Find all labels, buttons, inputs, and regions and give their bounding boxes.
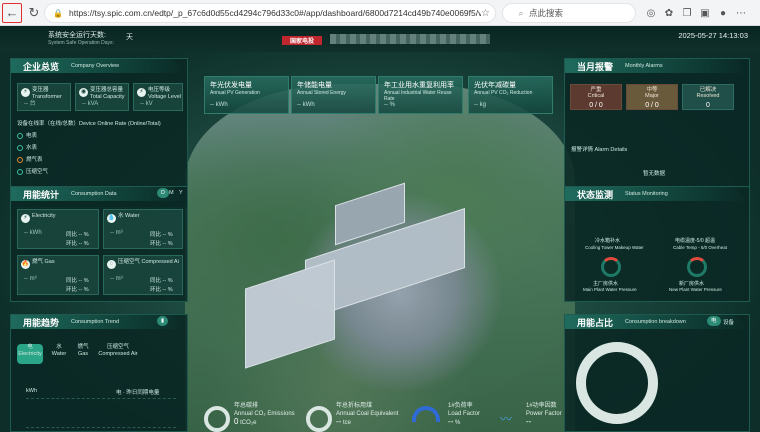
breakdown-toggle-device[interactable]: 设备 [723,318,734,326]
tab-gas[interactable]: 燃气 Gas [70,344,96,364]
load-factor: 1#负荷率 Load Factor -- % [448,403,481,426]
period-toggle-y[interactable]: Y [179,190,183,196]
gauge-icon [687,257,707,277]
search-box[interactable]: ⌕ 点此搜索 [502,3,636,23]
back-arrow-icon[interactable]: ← [2,2,22,23]
browser-toolbar: ← ↻ 🔒 https://tsy.spic.com.cn/edtp/_p_67… [0,0,760,26]
period-toggle-m[interactable]: M [169,190,174,196]
kpi-stored-energy: 年储能电量 Annual Stored Energy -- kWh [291,76,376,114]
address-bar[interactable]: 🔒 https://tsy.spic.com.cn/edtp/_p_67c6d0… [44,3,496,23]
shield-icon[interactable]: ◎ [644,4,658,22]
reload-icon[interactable]: ↻ [24,3,44,23]
empty-state: 暂无数据 [643,171,666,177]
blurred-title [330,34,490,44]
compressed-air-card: ◌ 压缩空气 Compressed Ai -- m³ 同比 -- % 环比 -- % [103,255,183,295]
breakdown-donut [576,342,658,424]
status-monitoring-panel: 状态监测 Status Monitoring 冷水箱补水 Cooling Towe… [564,186,750,302]
emissions-ring-icon [204,406,230,432]
company-logo: 国家电投 [282,36,322,45]
status-item-top: 电缆温度-5/0 超温 [675,238,716,244]
trend-chart-area [26,398,176,428]
header-bar: 系统安全运行天数: System Safe Operation Days: 天 国… [0,26,760,52]
capacity-tile: ◉ 变压器总容量 Total Capacity -- kVA [75,83,129,111]
kpi-co2-reduction: 光伏年减碳量 Annual PV CO₂ Reduction -- kg [468,76,553,114]
alarm-major[interactable]: 中等 Major 0 / 0 [626,84,678,110]
status-item-sub: Cable Temp - 5/0 Overheat [673,245,727,250]
alarm-details-label: 报警详情 Alarm Details [571,147,628,153]
kpi-pv-generation: 年光伏发电量 Annual PV Generation -- kWh [204,76,289,114]
gas-card: 🔥 燃气 Gas -- m³ 同比 -- % 环比 -- % [17,255,99,295]
device-online-rate-label: 设备在线率（在线/总数）Device Online Rate (Online/T… [17,121,161,127]
breakdown-toggle-electric[interactable]: 电 [707,316,721,326]
electricity-card: ⚡ Electricity -- kWh 同比 -- % 环比 -- % [17,209,99,249]
status-item-bsub: Main Plant Water Pressure [583,287,637,292]
tab-water[interactable]: 水 Water [46,344,72,364]
consumption-data-panel: 用能统计 Consumption Data D M Y ⚡ Electricity -… [10,186,188,302]
status-item-bsub: New Plant Water Pressure [669,287,722,292]
search-placeholder: 点此搜索 [529,8,564,18]
annual-co2-emissions: 年总碳排 Annual CO₂ Emissions 0 tCO₂e [234,403,295,426]
device-row: 电表 [17,131,37,139]
safe-days-value: 天 [126,34,133,41]
trend-unit: kWh [26,388,37,394]
device-row: 燃气表 [17,155,43,163]
voltage-tile: ⚡ 电压等级 Voltage Level -- kV [133,83,183,111]
power-wave-icon: 〰 [500,412,513,426]
status-item-bottom: 主厂房供水 [593,281,619,287]
kpi-water-reuse: 年工业用水重复利用率 Annual Industrial Water Reuse … [378,76,463,114]
alarm-resolved[interactable]: 已解决 Resolved 0 [682,84,734,110]
extensions-icon[interactable]: ✿ [662,4,676,22]
tab-electricity[interactable]: 电 Electricity [17,344,43,364]
capacity-icon: ◉ [79,88,88,97]
tab-compressed-air[interactable]: 压缩空气 Compressed Air [98,344,138,364]
url-text: https://tsy.spic.com.cn/edtp/_p_67c6d0d5… [69,8,481,18]
annual-coal-equivalent: 年总折标用煤 Annual Coal Equivalent -- tce [336,403,399,426]
device-row: 水表 [17,143,37,151]
status-item-top: 冷水箱补水 [595,238,621,244]
star-icon[interactable]: ☆ [481,8,495,19]
trend-legend: 电 · 昨日同期电量 [116,390,160,396]
factory-aerial-image [185,84,575,432]
alarm-critical[interactable]: 严重 Critical 0 / 0 [570,84,622,110]
period-toggle-d[interactable]: D [157,188,169,198]
trend-toggle[interactable]: ▮ [157,316,169,326]
transformer-icon: ⚡ [21,88,30,97]
coal-ring-icon [306,406,332,432]
safe-days-label: 系统安全运行天数: System Safe Operation Days: [48,32,114,46]
account-icon[interactable]: ● [716,4,730,22]
dashboard: 系统安全运行天数: System Safe Operation Days: 天 国… [0,26,760,432]
transformer-tile: ⚡ 变压器 Transformer -- 台 [17,83,71,111]
status-item-bottom: 新厂房供水 [679,281,705,287]
monthly-alarms-panel: 当月报警 Monthly Alarms 报警详情 Alarm Details 暂无… [564,58,750,188]
more-icon[interactable]: ⋯ [734,4,748,22]
lock-icon: 🔒 [53,8,63,18]
datetime: 2025-05-27 14:13:03 [678,31,748,40]
device-row: 压缩空气 [17,167,48,175]
search-icon: ⌕ [518,7,524,18]
voltage-icon: ⚡ [137,88,146,97]
water-card: 💧 水 Water -- m³ 同比 -- % 环比 -- % [103,209,183,249]
collections-icon[interactable]: ▣ [698,4,712,22]
power-factor: 1#功率因数 Power Factor -- [526,403,562,426]
status-item-sub: Cooling Tower Makeup Water [585,245,644,250]
gauge-icon [601,257,621,277]
tab-icon[interactable]: ❐ [680,4,694,22]
